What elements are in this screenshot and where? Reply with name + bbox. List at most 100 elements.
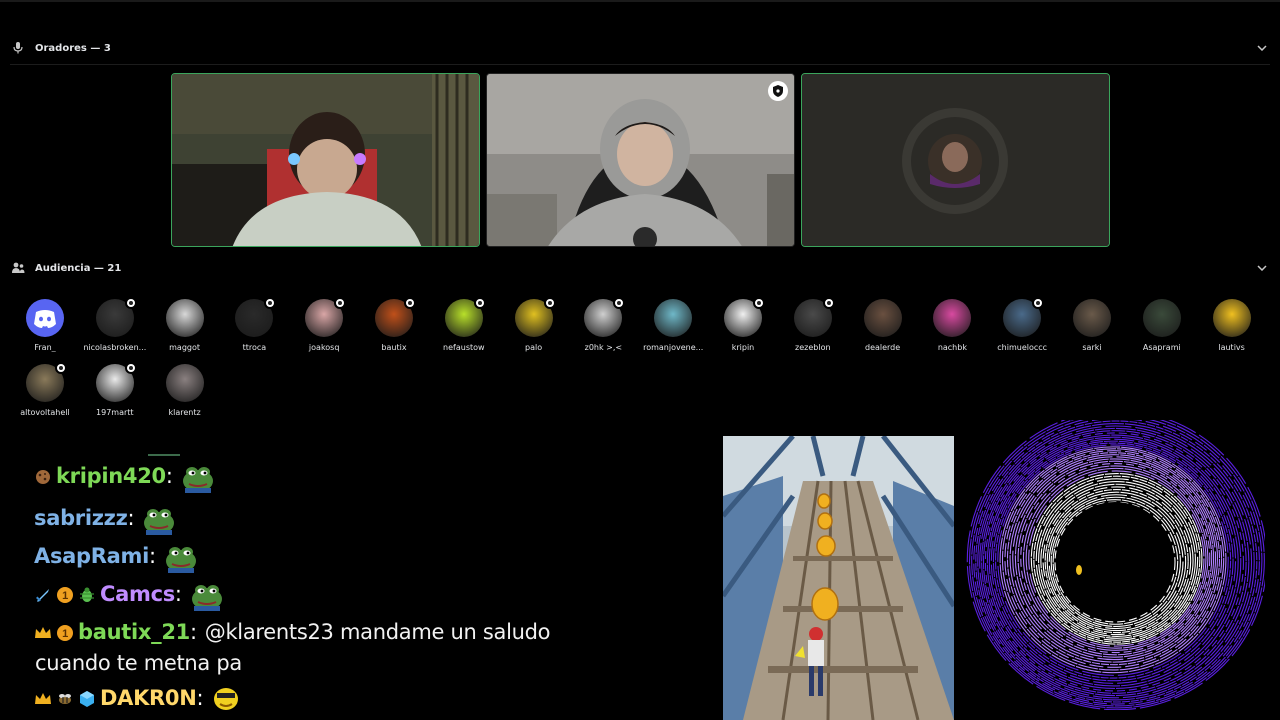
chat-text-continuation: cuando te metna pa bbox=[35, 651, 242, 675]
audience-member[interactable]: romanjovene... bbox=[638, 299, 708, 359]
chat-colon: : bbox=[174, 582, 182, 606]
audience-name: altovoltahell bbox=[20, 408, 70, 417]
audience-member[interactable]: altovoltahell bbox=[10, 362, 80, 424]
audience-member[interactable]: kripin bbox=[708, 297, 778, 359]
status-badge bbox=[55, 362, 67, 374]
avatar bbox=[1073, 299, 1111, 337]
chat-colon: : bbox=[165, 464, 173, 488]
audience-member[interactable]: joakosq bbox=[289, 297, 359, 359]
status-badge bbox=[543, 297, 556, 309]
status-badge bbox=[404, 297, 416, 309]
speaker-video-2-frame bbox=[487, 74, 794, 246]
speaker-avatar-3[interactable] bbox=[801, 73, 1110, 247]
one-badge-icon: 1 bbox=[56, 623, 74, 641]
audience-name: nefaustow bbox=[443, 343, 485, 352]
speakers-header[interactable]: Oradores — 3 bbox=[0, 38, 1280, 58]
audience-name: sarki bbox=[1082, 343, 1102, 352]
chat-accent-bar bbox=[148, 454, 180, 456]
audience-member[interactable]: ttroca bbox=[219, 297, 289, 359]
audience-name: kripin bbox=[731, 343, 755, 352]
audience-name: chimueloccc bbox=[997, 343, 1048, 352]
audience-member[interactable]: nicolasbroken... bbox=[80, 297, 150, 359]
chat-username: kripin420 bbox=[56, 464, 166, 488]
audience-name: Asaprami bbox=[1142, 343, 1181, 352]
audience-name: z0hk >,< bbox=[584, 343, 623, 352]
audience-name: klarentz bbox=[168, 408, 201, 417]
chat-message: kripin420 : bbox=[34, 463, 213, 493]
spiral-visualizer-graphic bbox=[966, 409, 1268, 711]
audience-member[interactable]: klarentz bbox=[150, 364, 220, 424]
bug-icon bbox=[78, 585, 96, 603]
cookie-icon bbox=[34, 467, 52, 485]
audience-member[interactable]: z0hk >,< bbox=[568, 297, 638, 359]
audience-icon bbox=[11, 261, 25, 275]
audience-name: bautix bbox=[381, 343, 407, 352]
audience-header[interactable]: Audiencia — 21 bbox=[0, 258, 1280, 278]
chat-message: sabrizzz : bbox=[34, 505, 175, 535]
chat-colon: : bbox=[148, 544, 156, 568]
chevron-down-icon[interactable] bbox=[1256, 262, 1268, 274]
audience-member[interactable]: zezeblon bbox=[778, 297, 848, 359]
one-badge-icon: 1 bbox=[56, 585, 74, 603]
audience-member[interactable]: maggot bbox=[150, 299, 220, 359]
status-badge bbox=[124, 297, 137, 309]
audience-member[interactable]: palo bbox=[499, 297, 569, 359]
audience-member[interactable]: 197martt bbox=[80, 362, 150, 424]
status-badge bbox=[822, 297, 835, 309]
chat-username: sabrizzz bbox=[34, 506, 128, 530]
pepe-emote bbox=[164, 543, 196, 573]
microphone-icon bbox=[11, 41, 25, 55]
shield-icon bbox=[768, 81, 788, 101]
chevron-down-icon[interactable] bbox=[1256, 42, 1268, 54]
pepe-emote bbox=[181, 463, 213, 493]
audience-member[interactable]: dealerde bbox=[848, 299, 918, 359]
avatar bbox=[165, 364, 204, 402]
audience-member[interactable]: nachbk bbox=[917, 299, 987, 359]
discord-logo-icon bbox=[34, 310, 56, 328]
chat-username: AsapRami bbox=[34, 544, 149, 568]
audience-member[interactable]: chimueloccc bbox=[987, 297, 1057, 359]
audience-member[interactable]: lautivs bbox=[1197, 299, 1267, 359]
audience-name: ttroca bbox=[242, 343, 267, 352]
avatar bbox=[165, 299, 204, 337]
chat-colon: : bbox=[196, 686, 204, 710]
audience-member[interactable]: Asaprami bbox=[1127, 299, 1197, 359]
speakers-title: Oradores — 3 bbox=[35, 42, 111, 54]
audience-name: lautivs bbox=[1218, 343, 1245, 352]
speaker-video-2[interactable] bbox=[486, 73, 795, 247]
audience-member[interactable]: bautix bbox=[359, 297, 429, 359]
pepe-emote bbox=[142, 505, 175, 535]
status-badge bbox=[473, 297, 486, 309]
audience-member[interactable]: Fran_ bbox=[10, 299, 80, 359]
top-border bbox=[0, 0, 1280, 2]
speaker-video-1[interactable] bbox=[171, 73, 480, 247]
audience-name: 197martt bbox=[96, 408, 134, 417]
audience-member[interactable]: sarki bbox=[1057, 299, 1127, 359]
status-badge bbox=[613, 297, 626, 309]
status-badge bbox=[124, 362, 137, 374]
chat-username: bautix_21 bbox=[78, 620, 190, 644]
audience-name: dealerde bbox=[864, 343, 901, 352]
avatar bbox=[654, 299, 693, 337]
yellow-emote bbox=[211, 685, 241, 711]
speakers-divider bbox=[10, 64, 1270, 65]
sword-icon bbox=[34, 585, 52, 603]
svg-text:1: 1 bbox=[62, 590, 68, 602]
game-video-clip bbox=[723, 436, 954, 720]
bee-icon bbox=[56, 689, 74, 707]
status-badge bbox=[264, 297, 277, 309]
visualizer-dot bbox=[1076, 565, 1082, 575]
chat-message: AsapRami : bbox=[34, 543, 196, 573]
audience-title: Audiencia — 21 bbox=[35, 262, 122, 274]
audience-member[interactable]: nefaustow bbox=[429, 297, 499, 359]
audience-name: romanjovene... bbox=[643, 343, 704, 352]
chat-colon: : bbox=[127, 506, 135, 530]
crown-icon bbox=[34, 623, 52, 641]
avatar bbox=[1212, 299, 1251, 337]
audience-name: palo bbox=[525, 343, 543, 352]
chat-username: Camcs bbox=[100, 582, 175, 606]
avatar bbox=[863, 299, 902, 337]
audience-name: Fran_ bbox=[34, 343, 56, 352]
chat-colon: : bbox=[189, 620, 197, 644]
pepe-emote bbox=[190, 581, 222, 611]
